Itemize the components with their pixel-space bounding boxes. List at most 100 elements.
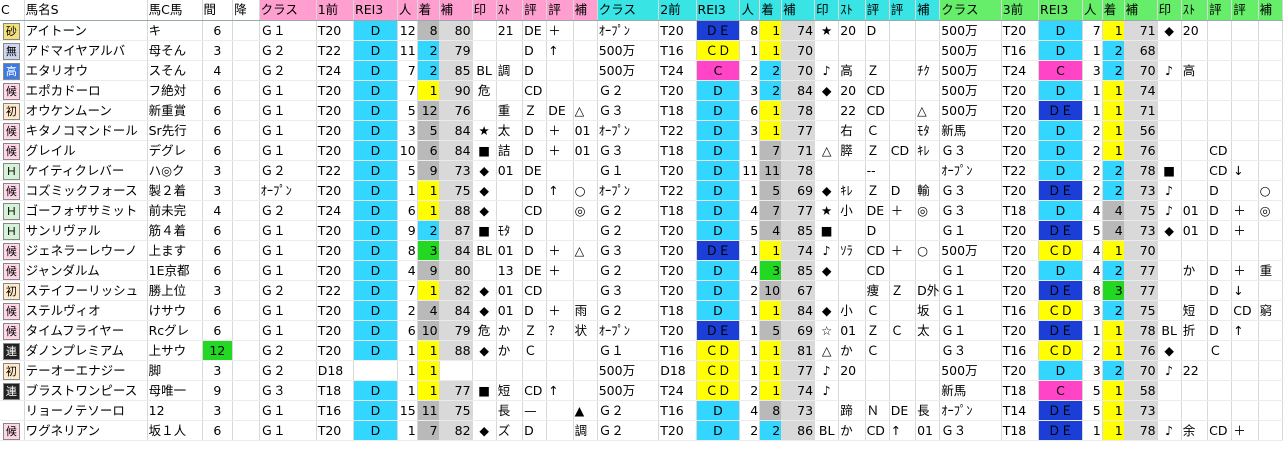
horse-name[interactable]: コズミックフォース: [24, 180, 148, 201]
col-header[interactable]: 間: [202, 0, 234, 21]
col-header[interactable]: 補: [781, 0, 816, 21]
horse-name[interactable]: ブラストワンピース: [24, 380, 148, 401]
horse-row[interactable]: Ｈ サンリヴァル 筋４着 6 Ｇ１ T20 D 9 2 87 ■ ﾓﾀ D Ｇ２ T20 D 5 4 85 ■ D Ｇ１ T…: [0, 220, 1283, 241]
horse-name[interactable]: オウケンムーン: [24, 100, 148, 121]
col-header[interactable]: 馬名S: [24, 0, 148, 21]
horse-name[interactable]: キタノコマンドール: [24, 120, 148, 141]
horse-row[interactable]: 砂アイトーンキ 6 Ｇ１ T20 D 12 8 80 21 DE ＋ｵｰﾌﾟﾝ T20 ＤＥ 8 1 74 ★ 2…: [0, 20, 1283, 41]
interval: 6: [202, 260, 234, 281]
supplement: [573, 80, 598, 101]
horse-name[interactable]: リョーノテソーロ: [24, 400, 148, 421]
horse-name[interactable]: ステイフーリッシュ: [24, 280, 148, 301]
horse-row[interactable]: 候コズミックフォース 製２着 3 ｵｰﾌﾟﾝ T20 D 1 1 75 ◆ D ↑ ○ ｵｰﾌﾟﾝ T22 D…: [0, 180, 1283, 201]
race-class: 500万: [939, 20, 1002, 41]
supplement: ○: [573, 180, 598, 201]
horse-name[interactable]: タイムフライヤー: [24, 320, 148, 341]
supplement: [1258, 60, 1283, 81]
finish: 1: [759, 100, 783, 121]
horse-name[interactable]: ダノンプレミアム: [24, 340, 148, 361]
col-header[interactable]: 着: [417, 0, 440, 21]
finish: 11: [417, 400, 440, 421]
col-header[interactable]: 評: [1231, 0, 1259, 21]
col-header[interactable]: 補: [915, 0, 941, 21]
horse-row[interactable]: 無アドマイヤアルバ 母そん 3 Ｇ２ T22 D 11 2 79 D ↑ 500万 T16 ＣＤ 1 1 70 5…: [0, 40, 1283, 61]
horse-row[interactable]: 候タイムフライヤー Rcグレ 6 Ｇ１ T20 D 6 10 79 危か Ｚ？状ｵｰﾌﾟﾝ T20 ＤＥ…: [0, 320, 1283, 341]
horse-name[interactable]: ケイティクレバー: [24, 160, 148, 181]
horse-name[interactable]: ステルヴィオ: [24, 300, 148, 321]
col-header[interactable]: 評: [865, 0, 890, 21]
col-header[interactable]: クラス: [939, 0, 1002, 21]
horse-name[interactable]: エポカドーロ: [24, 80, 148, 101]
col-header[interactable]: 1前: [316, 0, 355, 21]
col-header[interactable]: 補: [1124, 0, 1158, 21]
col-header[interactable]: 補: [439, 0, 473, 21]
score: 74: [1124, 80, 1158, 101]
col-header[interactable]: 印: [814, 0, 840, 21]
horse-name[interactable]: アドマイヤアルバ: [24, 40, 148, 61]
score: 78: [1124, 420, 1158, 441]
horse-row[interactable]: 候キタノコマンドール Sr先行 6 Ｇ１ T20 D 3 5 84 ★ 太 D ＋ 01 ｵｰﾌﾟﾝ T22 D…: [0, 120, 1283, 141]
horse-row[interactable]: 初テーオーエナジー脚 3 Ｇ２ D18 1 1 500万 D18 ＣＤ 1 1 77 ♪ 20 500万 T2…: [0, 360, 1283, 381]
supplement: 長: [915, 400, 941, 421]
horse-row[interactable]: リョーノテソーロ 12 3 Ｇ１ T16 D 15 11 75 長 — ▲ Ｇ２ T16 D 4 8 73 蹄 Ｎ DE…: [0, 400, 1283, 421]
col-header[interactable]: 補: [573, 0, 598, 21]
popularity: 2: [739, 280, 761, 301]
col-header[interactable]: 2前: [658, 0, 697, 21]
col-header[interactable]: 人: [1082, 0, 1103, 21]
horse-row[interactable]: Ｈ ゴーフォザサミット 前未完 4 Ｇ２ T24 D 6 1 88 ◆ CD ◎ Ｇ２ T18 D 4 7 77 ★ 小…: [0, 200, 1283, 221]
col-header[interactable]: ｽﾄ: [496, 0, 524, 21]
col-header[interactable]: 着: [759, 0, 783, 21]
horse-row[interactable]: 候ジェネラーレウーノ 上ます 6 Ｇ１ T20 D 8 3 84 BL 01 D ＋ △ Ｇ３ T20 ＤＥ 1 1…: [0, 240, 1283, 261]
horse-row[interactable]: 候ジャンダルム 1E京都 6 Ｇ１ T20 D 4 9 80 13 DE ＋ Ｇ２ T20 D 4 3 85 ◆ CD…: [0, 260, 1283, 281]
col-header[interactable]: 3前: [1001, 0, 1040, 21]
col-header[interactable]: C: [0, 0, 25, 21]
col-header[interactable]: REI3: [353, 0, 398, 21]
horse-row[interactable]: 初オウケンムーン 新重賞 6 Ｇ１ T20 D 5 12 76 重 Ｚ DE △ Ｇ３ T18 D 6 1 78 22…: [0, 100, 1283, 121]
horse-row[interactable]: 連ダノンプレミアム 上サウ 12 Ｇ２ T20 D 1 1 88 ◆ か Ｃ Ｇ１ T16 ＣＤ 1 1 81 △ か…: [0, 340, 1283, 361]
col-header[interactable]: REI3: [1038, 0, 1083, 21]
col-header[interactable]: 評: [546, 0, 574, 21]
col-header[interactable]: 補: [1258, 0, 1283, 21]
supplement: △: [573, 100, 598, 121]
horse-row[interactable]: 高エタリオウ スそん 4 Ｇ２ T24 D 7 2 85 BL 調 D 500万 T24 C 2 2 70 ♪ 高 Ｚ ﾁ…: [0, 60, 1283, 81]
horse-name[interactable]: ジェネラーレウーノ: [24, 240, 148, 261]
horse-name[interactable]: サンリヴァル: [24, 220, 148, 241]
interval: 3: [202, 40, 234, 61]
col-header[interactable]: 人: [397, 0, 418, 21]
col-header[interactable]: 馬C馬: [147, 0, 203, 21]
horse-row[interactable]: 候グレイル デグレ 6 Ｇ１ T20 D 10 6 84 ■ 詰 D ＋ 01 Ｇ３ T18 D 1 7 71 △ 膵 Ｚ C…: [0, 140, 1283, 161]
horse-row[interactable]: 連ブラストワンピース 母唯一 9 Ｇ３ T18 D 1 1 77 ■ 短 CD ↑ 500万 T24 ＣＤ 2 1…: [0, 380, 1283, 401]
col-header[interactable]: 降: [232, 0, 260, 21]
eval2: ＋: [546, 140, 574, 161]
col-header[interactable]: 印: [472, 0, 497, 21]
popularity: 2: [397, 300, 418, 321]
col-header[interactable]: クラス: [597, 0, 660, 21]
horse-row[interactable]: 候ワグネリアン 坂１人 6 Ｇ１ T20 D 1 7 82 ◆ ズ D 調 Ｇ２ T20 D 2 2 86 BL か CD…: [0, 420, 1283, 441]
race-class: Ｇ２: [259, 360, 317, 381]
descent: [232, 220, 260, 241]
horse-row[interactable]: 候エポカドーロ フ絶対 6 Ｇ１ T20 D 7 1 90 危 CD Ｇ２ T20 D 3 2 84 ◆ 20 CD 5…: [0, 80, 1283, 101]
horse-name[interactable]: ジャンダルム: [24, 260, 148, 281]
horse-name[interactable]: ゴーフォザサミット: [24, 200, 148, 221]
col-header[interactable]: 評: [889, 0, 917, 21]
col-header[interactable]: 評: [522, 0, 548, 21]
race-track: T18: [1001, 200, 1040, 221]
horse-name[interactable]: テーオーエナジー: [24, 360, 148, 381]
col-header[interactable]: 着: [1102, 0, 1125, 21]
col-header[interactable]: クラス: [259, 0, 317, 21]
col-header[interactable]: ｽﾄ: [1181, 0, 1209, 21]
col-header[interactable]: ｽﾄ: [838, 0, 866, 21]
col-header[interactable]: 評: [1207, 0, 1233, 21]
col-header[interactable]: 印: [1157, 0, 1182, 21]
eval1: D: [865, 220, 890, 241]
horse-name[interactable]: ワグネリアン: [24, 420, 148, 441]
note: 折: [1181, 320, 1209, 341]
col-header[interactable]: 人: [739, 0, 761, 21]
horse-name[interactable]: グレイル: [24, 140, 148, 161]
horse-name[interactable]: エタリオウ: [24, 60, 148, 81]
col-header[interactable]: REI3: [696, 0, 741, 21]
horse-row[interactable]: 候ステルヴィオ けサウ 6 Ｇ１ T20 D 2 4 84 ◆ 01 D ＋雨 Ｇ２ T18 D 1 1 84 ◆ 小 Ｃ…: [0, 300, 1283, 321]
horse-row[interactable]: 初ステイフーリッシュ 勝上位 3 Ｇ２ T22 D 7 1 82 ◆ 01 CD Ｇ３ T20 D 2 10 67…: [0, 280, 1283, 301]
horse-row[interactable]: Ｈ ケイティクレバー ハ◎ク 3 Ｇ２ T22 D 5 9 73 ◆ 01 DE Ｇ１ T20 D 11 11 78…: [0, 160, 1283, 181]
horse-name[interactable]: アイトーン: [24, 20, 148, 41]
